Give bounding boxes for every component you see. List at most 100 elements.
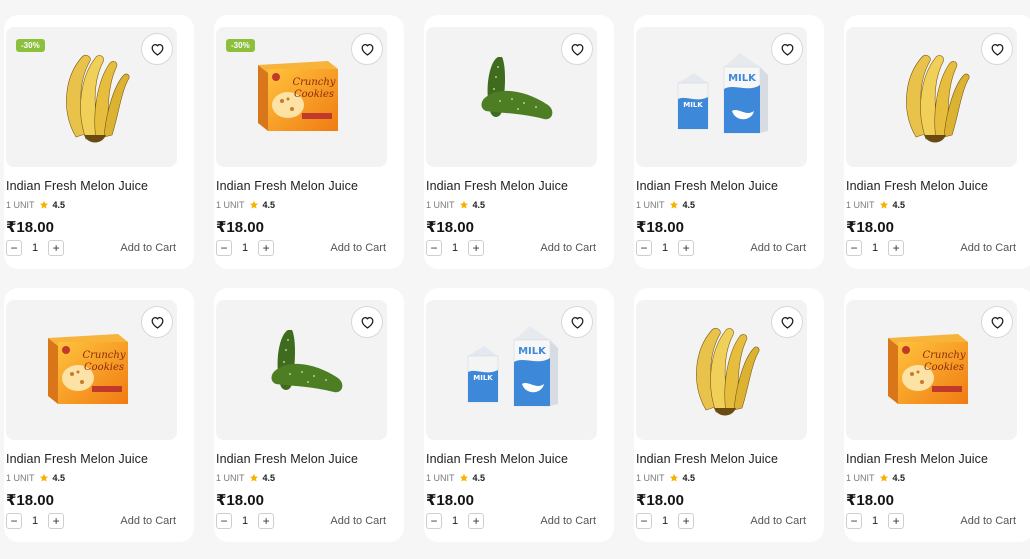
unit-label: 1 UNIT — [636, 473, 665, 483]
star-icon — [459, 473, 468, 482]
product-price: ₹18.00 — [426, 219, 474, 236]
product-card[interactable]: -30% Indian Fresh Melon Juice 1 UNIT 4.5… — [4, 15, 194, 269]
product-title[interactable]: Indian Fresh Melon Juice — [846, 179, 988, 193]
product-price: ₹18.00 — [426, 492, 474, 509]
quantity-stepper: − 1 + — [846, 513, 905, 529]
heart-icon — [151, 44, 163, 56]
wishlist-button[interactable] — [561, 33, 593, 65]
increase-quantity-button[interactable]: + — [678, 240, 695, 256]
increase-quantity-button[interactable]: + — [678, 513, 695, 529]
unit-label: 1 UNIT — [216, 200, 245, 210]
add-to-cart-button[interactable]: Add to Cart — [330, 242, 386, 254]
product-card[interactable]: MILK MILK Indian Fresh Melon Juice 1 UNI… — [634, 15, 824, 269]
decrease-quantity-button[interactable]: − — [426, 240, 442, 256]
wishlist-button[interactable] — [141, 33, 173, 65]
product-card[interactable]: MILK MILK Indian Fresh Melon Juice 1 UNI… — [424, 288, 614, 542]
product-meta: 1 UNIT 4.5 — [426, 200, 485, 210]
wishlist-button[interactable] — [351, 306, 383, 338]
heart-icon — [781, 317, 793, 329]
product-title[interactable]: Indian Fresh Melon Juice — [6, 179, 148, 193]
wishlist-button[interactable] — [981, 33, 1013, 65]
increase-quantity-button[interactable]: + — [468, 240, 485, 256]
decrease-quantity-button[interactable]: − — [636, 240, 652, 256]
increase-quantity-button[interactable]: + — [468, 513, 485, 529]
unit-label: 1 UNIT — [846, 200, 875, 210]
decrease-quantity-button[interactable]: − — [636, 513, 652, 529]
product-title[interactable]: Indian Fresh Melon Juice — [216, 452, 358, 466]
product-title[interactable]: Indian Fresh Melon Juice — [636, 452, 778, 466]
star-icon — [39, 200, 48, 209]
wishlist-button[interactable] — [141, 306, 173, 338]
add-to-cart-button[interactable]: Add to Cart — [960, 242, 1016, 254]
star-icon — [669, 200, 678, 209]
add-to-cart-button[interactable]: Add to Cart — [540, 242, 596, 254]
product-meta: 1 UNIT 4.5 — [216, 200, 275, 210]
heart-icon — [991, 317, 1003, 329]
quantity-stepper: − 1 + — [426, 513, 485, 529]
quantity-stepper: − 1 + — [6, 513, 65, 529]
add-to-cart-button[interactable]: Add to Cart — [120, 242, 176, 254]
quantity-stepper: − 1 + — [216, 513, 275, 529]
increase-quantity-button[interactable]: + — [258, 240, 275, 256]
product-title[interactable]: Indian Fresh Melon Juice — [426, 179, 568, 193]
add-to-cart-button[interactable]: Add to Cart — [750, 242, 806, 254]
wishlist-button[interactable] — [351, 33, 383, 65]
wishlist-button[interactable] — [561, 306, 593, 338]
product-price: ₹18.00 — [216, 219, 264, 236]
product-meta: 1 UNIT 4.5 — [6, 200, 65, 210]
product-price: ₹18.00 — [6, 492, 54, 509]
product-card[interactable]: Indian Fresh Melon Juice 1 UNIT 4.5 ₹18.… — [844, 15, 1030, 269]
star-icon — [249, 200, 258, 209]
wishlist-button[interactable] — [771, 306, 803, 338]
add-to-cart-button[interactable]: Add to Cart — [960, 515, 1016, 527]
decrease-quantity-button[interactable]: − — [216, 240, 232, 256]
product-meta: 1 UNIT 4.5 — [216, 473, 275, 483]
product-title[interactable]: Indian Fresh Melon Juice — [426, 452, 568, 466]
decrease-quantity-button[interactable]: − — [216, 513, 232, 529]
add-to-cart-button[interactable]: Add to Cart — [540, 515, 596, 527]
decrease-quantity-button[interactable]: − — [846, 240, 862, 256]
product-title[interactable]: Indian Fresh Melon Juice — [6, 452, 148, 466]
product-price: ₹18.00 — [636, 492, 684, 509]
product-title[interactable]: Indian Fresh Melon Juice — [636, 179, 778, 193]
decrease-quantity-button[interactable]: − — [6, 240, 22, 256]
rating-value: 4.5 — [682, 200, 696, 210]
add-to-cart-button[interactable]: Add to Cart — [330, 515, 386, 527]
svg-text:Crunchy: Crunchy — [922, 350, 965, 361]
wishlist-button[interactable] — [771, 33, 803, 65]
add-to-cart-button[interactable]: Add to Cart — [120, 515, 176, 527]
heart-icon — [151, 317, 163, 329]
svg-text:MILK: MILK — [473, 374, 493, 382]
discount-badge: -30% — [226, 39, 255, 52]
product-card[interactable]: Indian Fresh Melon Juice 1 UNIT 4.5 ₹18.… — [634, 288, 824, 542]
increase-quantity-button[interactable]: + — [888, 240, 905, 256]
add-to-cart-button[interactable]: Add to Cart — [750, 515, 806, 527]
increase-quantity-button[interactable]: + — [258, 513, 275, 529]
rating-value: 4.5 — [472, 473, 486, 483]
increase-quantity-button[interactable]: + — [888, 513, 905, 529]
quantity-value: 1 — [662, 515, 669, 527]
decrease-quantity-button[interactable]: − — [6, 513, 22, 529]
quantity-stepper: − 1 + — [636, 240, 695, 256]
increase-quantity-button[interactable]: + — [48, 240, 65, 256]
quantity-stepper: − 1 + — [846, 240, 905, 256]
rating-value: 4.5 — [682, 473, 696, 483]
product-card[interactable]: Crunchy Cookies Indian Fresh Melon Juice… — [4, 288, 194, 542]
decrease-quantity-button[interactable]: − — [846, 513, 862, 529]
product-card[interactable]: Indian Fresh Melon Juice 1 UNIT 4.5 ₹18.… — [424, 15, 614, 269]
product-card[interactable]: Crunchy Cookies -30% Indian Fresh Melon … — [214, 15, 404, 269]
decrease-quantity-button[interactable]: − — [426, 513, 442, 529]
discount-badge: -30% — [16, 39, 45, 52]
wishlist-button[interactable] — [981, 306, 1013, 338]
product-price: ₹18.00 — [216, 492, 264, 509]
quantity-value: 1 — [872, 242, 879, 254]
unit-label: 1 UNIT — [6, 473, 35, 483]
quantity-value: 1 — [242, 515, 249, 527]
star-icon — [669, 473, 678, 482]
product-title[interactable]: Indian Fresh Melon Juice — [846, 452, 988, 466]
increase-quantity-button[interactable]: + — [48, 513, 65, 529]
product-card[interactable]: Crunchy Cookies Indian Fresh Melon Juice… — [844, 288, 1030, 542]
svg-text:MILK: MILK — [728, 73, 757, 84]
product-title[interactable]: Indian Fresh Melon Juice — [216, 179, 358, 193]
product-card[interactable]: Indian Fresh Melon Juice 1 UNIT 4.5 ₹18.… — [214, 288, 404, 542]
